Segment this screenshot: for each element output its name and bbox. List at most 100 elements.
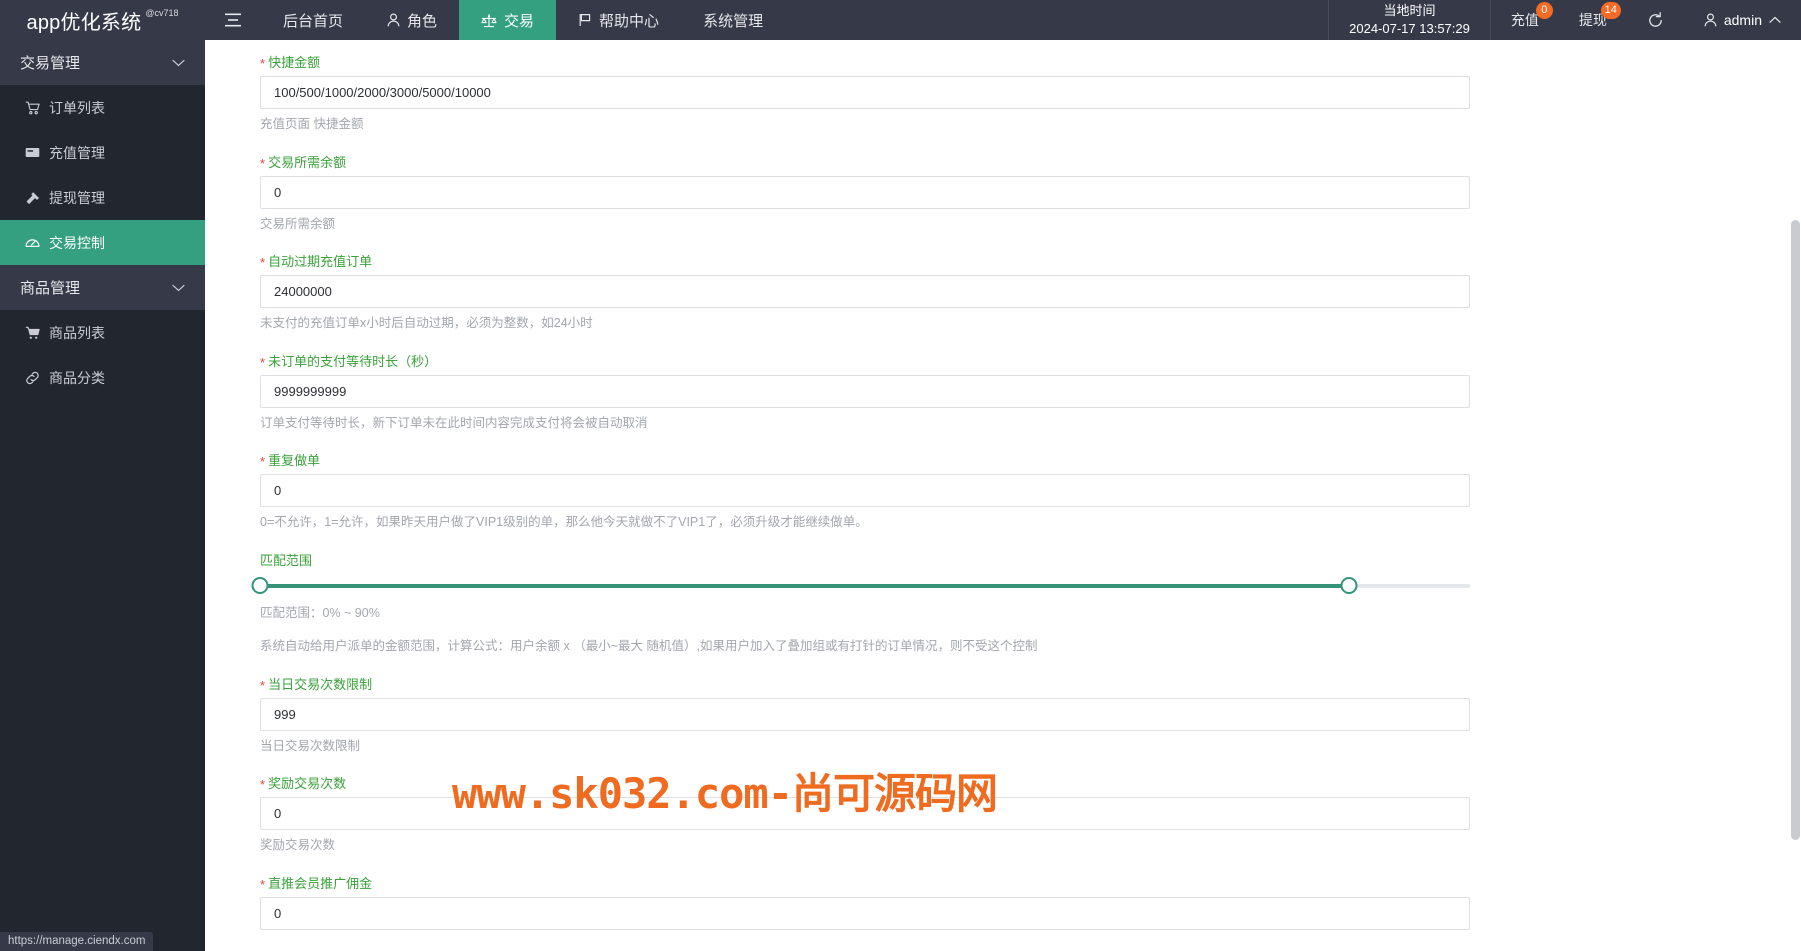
brand-logo[interactable]: app优化系统 @cv718 bbox=[0, 0, 205, 40]
required-asterisk: * bbox=[260, 255, 266, 270]
top-navigation-bar: app优化系统 @cv718 后台首页 角色 交易 帮助中心 系统管理 当地时间… bbox=[0, 0, 1801, 40]
withdraw-button[interactable]: 提现 14 bbox=[1559, 0, 1627, 40]
nav-item-system-management[interactable]: 系统管理 bbox=[681, 0, 785, 40]
sidebar-item-label: 充值管理 bbox=[49, 144, 105, 161]
field-help-text: 充值页面 快捷金额 bbox=[260, 117, 364, 131]
page-scrollbar-track[interactable] bbox=[1789, 40, 1801, 951]
field-help-text: 系统自动给用户派单的金额范围，计算公式：用户余额 x （最小~最大 随机值）,如… bbox=[260, 639, 1038, 653]
sidebar-group-trade-management[interactable]: 交易管理 bbox=[0, 40, 205, 85]
field-label-row: * 奖励交易次数 bbox=[260, 776, 1801, 791]
required-asterisk: * bbox=[260, 876, 266, 892]
field-label: 未订单的支付等待时长（秒） bbox=[268, 353, 438, 369]
slider-active-bar bbox=[260, 583, 1349, 588]
required-asterisk: * bbox=[260, 155, 266, 171]
app-root: app优化系统 @cv718 后台首页 角色 交易 帮助中心 系统管理 当地时间… bbox=[0, 0, 1801, 951]
field-label-row: * 自动过期充值订单 bbox=[260, 254, 1801, 270]
slider-handle-min[interactable] bbox=[251, 576, 269, 594]
refresh-button[interactable] bbox=[1627, 0, 1684, 40]
field-help-text: 订单支付等待时长，新下订单未在此时间内容完成支付将会被自动取消 bbox=[260, 415, 648, 430]
field-help-text: 当日交易次数限制 bbox=[260, 738, 361, 753]
nav-item-roles[interactable]: 角色 bbox=[365, 0, 459, 40]
chevron-up-icon bbox=[1769, 16, 1781, 24]
payment-wait-seconds-input[interactable] bbox=[260, 374, 1470, 408]
quick-amount-input[interactable] bbox=[260, 76, 1470, 109]
nav-item-label: 角色 bbox=[407, 12, 438, 30]
sidebar-item-order-list[interactable]: 订单列表 bbox=[0, 85, 205, 130]
field-label-row: * 未订单的支付等待时长（秒） bbox=[260, 353, 1801, 370]
user-icon bbox=[387, 13, 400, 27]
required-balance-input[interactable] bbox=[260, 175, 1470, 209]
withdraw-badge: 14 bbox=[1600, 2, 1621, 19]
bonus-trade-count-input[interactable] bbox=[260, 797, 1470, 830]
user-name-label: admin bbox=[1723, 12, 1762, 28]
form-field-quick-amount: * 快捷金额 充值页面 快捷金额 bbox=[205, 56, 1801, 134]
form-field-bonus-trade-count: * 奖励交易次数 奖励交易次数 bbox=[205, 777, 1801, 855]
field-help-text: 交易所需余额 bbox=[260, 216, 336, 231]
sidebar-item-withdraw-management[interactable]: 提现管理 bbox=[0, 175, 205, 220]
sidebar-item-label: 商品分类 bbox=[49, 369, 105, 386]
card-icon bbox=[24, 147, 40, 159]
scales-icon bbox=[481, 13, 497, 28]
sidebar-item-label: 订单列表 bbox=[49, 99, 105, 116]
field-label-row: * 交易所需余额 bbox=[260, 154, 1801, 171]
link-icon bbox=[24, 371, 40, 385]
form-field-repeat-order: * 重复做单 0=不允许，1=允许，如果昨天用户做了VIP1级别的单，那么他今天… bbox=[205, 454, 1801, 532]
brand-title: app优化系统 bbox=[26, 11, 142, 34]
trade-control-form: * 快捷金额 充值页面 快捷金额 * 交易所需余额 交易所需余额 bbox=[205, 40, 1801, 930]
field-help-text: 未支付的充值订单x小时后自动过期，必须为整数，如24小时 bbox=[260, 316, 593, 330]
field-label-row: * 直推会员推广佣金 bbox=[260, 875, 1801, 892]
sidebar-group-label: 商品管理 bbox=[20, 280, 81, 297]
field-label: 奖励交易次数 bbox=[268, 776, 347, 791]
sidebar-item-recharge-management[interactable]: 充值管理 bbox=[0, 130, 205, 175]
form-field-daily-trade-limit: * 当日交易次数限制 当日交易次数限制 bbox=[205, 678, 1801, 756]
match-range-value-text: 匹配范围：0% ~ 90% bbox=[260, 605, 380, 620]
status-bar-url: https://manage.ciendx.com bbox=[0, 932, 154, 951]
direct-referral-commission-input[interactable] bbox=[260, 896, 1470, 930]
local-time-display: 当地时间 2024-07-17 13:57:29 bbox=[1328, 0, 1491, 40]
field-label: 当日交易次数限制 bbox=[268, 676, 373, 692]
repeat-order-input[interactable] bbox=[260, 474, 1470, 507]
user-menu-button[interactable]: admin bbox=[1684, 0, 1801, 40]
sidebar-item-product-category[interactable]: 商品分类 bbox=[0, 355, 205, 400]
page-scrollbar-thumb[interactable] bbox=[1791, 220, 1800, 840]
nav-item-label: 系统管理 bbox=[703, 12, 764, 30]
main-content: * 快捷金额 充值页面 快捷金额 * 交易所需余额 交易所需余额 bbox=[205, 40, 1801, 951]
form-field-required-balance: * 交易所需余额 交易所需余额 bbox=[205, 156, 1801, 234]
field-label: 匹配范围 bbox=[260, 552, 313, 568]
auto-expire-order-input[interactable] bbox=[260, 275, 1470, 308]
hamburger-icon bbox=[224, 13, 242, 27]
field-label-row: 匹配范围 bbox=[260, 554, 1801, 567]
nav-item-dashboard[interactable]: 后台首页 bbox=[261, 0, 365, 40]
match-range-slider[interactable] bbox=[251, 574, 1470, 598]
recharge-button[interactable]: 充值 0 bbox=[1491, 0, 1559, 40]
required-asterisk: * bbox=[260, 354, 266, 370]
local-time-value: 2024-07-17 13:57:29 bbox=[1349, 21, 1470, 36]
slider-handle-max[interactable] bbox=[1340, 576, 1358, 594]
main-nav: 后台首页 角色 交易 帮助中心 系统管理 bbox=[261, 0, 785, 40]
field-label: 自动过期充值订单 bbox=[268, 254, 373, 269]
sidebar-item-label: 提现管理 bbox=[49, 189, 105, 206]
nav-item-trade[interactable]: 交易 bbox=[459, 0, 557, 40]
form-field-payment-wait-seconds: * 未订单的支付等待时长（秒） 订单支付等待时长，新下订单未在此时间内容完成支付… bbox=[205, 355, 1801, 433]
required-asterisk: * bbox=[260, 454, 266, 469]
recharge-label: 充值 bbox=[1510, 12, 1539, 28]
form-field-auto-expire-order: * 自动过期充值订单 未支付的充值订单x小时后自动过期，必须为整数，如24小时 bbox=[205, 255, 1801, 333]
local-time-label: 当地时间 bbox=[1383, 3, 1436, 19]
sidebar-group-product-management[interactable]: 商品管理 bbox=[0, 265, 205, 310]
sidebar-item-product-list[interactable]: 商品列表 bbox=[0, 310, 205, 355]
refresh-icon bbox=[1647, 11, 1664, 29]
chevron-down-icon bbox=[172, 59, 185, 67]
daily-trade-limit-input[interactable] bbox=[260, 697, 1470, 731]
field-help-text: 0=不允许，1=允许，如果昨天用户做了VIP1级别的单，那么他今天就做不了VIP… bbox=[260, 515, 868, 529]
nav-item-help-center[interactable]: 帮助中心 bbox=[556, 0, 681, 40]
hamburger-menu-button[interactable] bbox=[205, 0, 261, 40]
sidebar-item-trade-control[interactable]: 交易控制 bbox=[0, 220, 205, 265]
field-label: 直推会员推广佣金 bbox=[268, 875, 373, 891]
field-label: 交易所需余额 bbox=[268, 154, 347, 170]
recharge-badge: 0 bbox=[1535, 2, 1553, 19]
brand-version: @cv718 bbox=[145, 8, 179, 18]
